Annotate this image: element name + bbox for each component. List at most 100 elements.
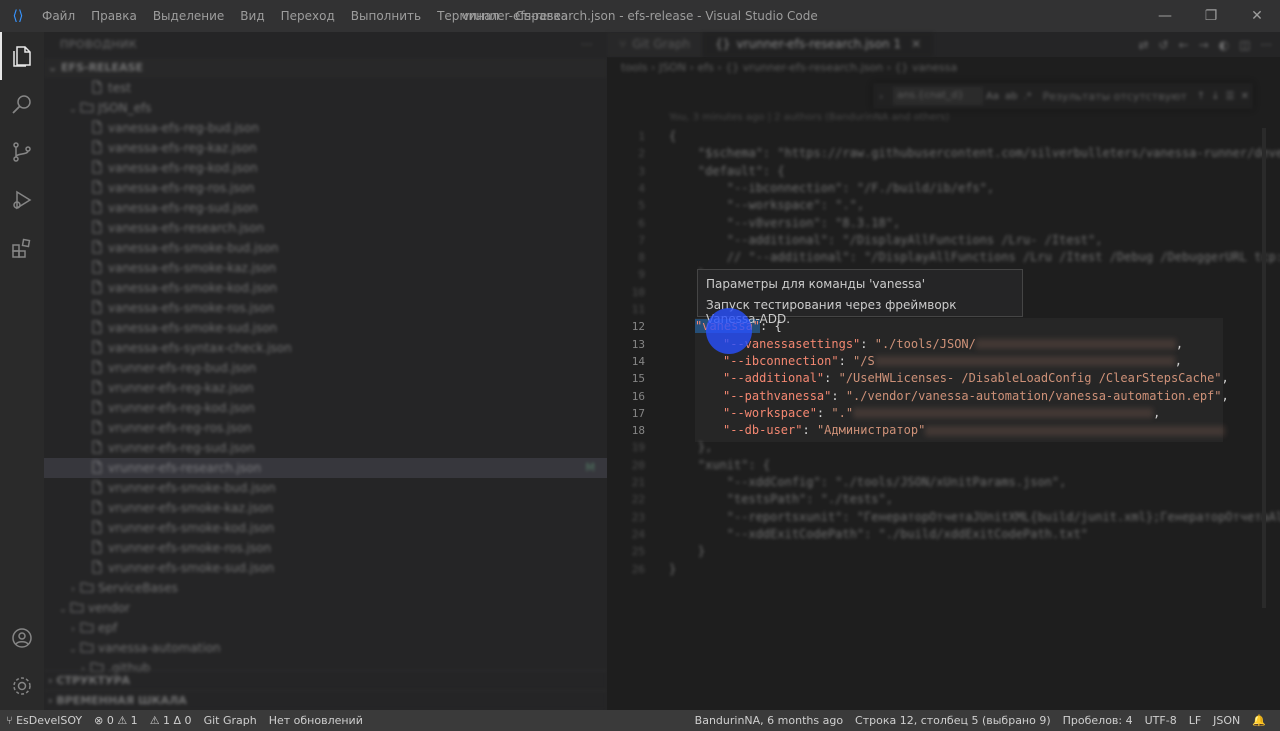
tree-folder[interactable]: ⌄ vendor (44, 598, 607, 618)
close-icon[interactable]: ✕ (1241, 91, 1249, 102)
previous-match-icon[interactable]: ↑ (1197, 91, 1205, 102)
updates-status[interactable]: Нет обновлений (263, 714, 369, 727)
find-input[interactable]: ans.{cnat_d} (893, 87, 983, 105)
next-match-icon[interactable]: ↓ (1211, 91, 1219, 102)
tree-folder[interactable]: ⌄ vanessa-automation (44, 638, 607, 658)
source-control-icon[interactable] (0, 128, 44, 176)
tree-file[interactable]: vanessa-efs-reg-bud.json (44, 118, 607, 138)
menu-help[interactable]: Справка (507, 0, 576, 32)
extensions-icon[interactable] (0, 224, 44, 272)
tree-file[interactable]: vanessa-efs-reg-kod.json (44, 158, 607, 178)
json-value: "/UseHWLicenses- /DisableLoadConfig /Cle… (838, 371, 1222, 386)
tree-file[interactable]: vrunner-efs-smoke-kaz.json (44, 498, 607, 518)
find-in-selection-icon[interactable]: ☰ (1226, 91, 1235, 102)
tab-vrunner-research[interactable]: {} vrunner-efs-research.json 1 ✕ (703, 32, 935, 57)
tree-file[interactable]: vrunner-efs-reg-kaz.json (44, 378, 607, 398)
tree-file[interactable]: vrunner-efs-smoke-sud.json (44, 558, 607, 578)
tree-row-content: vrunner-efs-smoke-kod.json (44, 518, 274, 538)
tree-file[interactable]: vanessa-efs-smoke-kaz.json (44, 258, 607, 278)
codelens-blame[interactable]: You, 3 minutes ago | 2 authors (Bandurin… (669, 112, 949, 123)
scrollbar[interactable] (1262, 128, 1266, 608)
menu-terminal[interactable]: Терминал (429, 0, 507, 32)
cursor-position[interactable]: Строка 12, столбец 5 (выбрано 9) (849, 714, 1057, 727)
more-actions-icon[interactable]: ··· (581, 32, 593, 58)
tree-file[interactable]: vanessa-efs-reg-ros.json (44, 178, 607, 198)
line-number: 1 (638, 130, 645, 143)
tree-file[interactable]: vrunner-efs-reg-kod.json (44, 398, 607, 418)
tree-file[interactable]: vanessa-efs-syntax-check.json (44, 338, 607, 358)
more-actions-icon[interactable]: ··· (1261, 38, 1272, 52)
tree-file[interactable]: vanessa-efs-research.json (44, 218, 607, 238)
tree-file[interactable]: vrunner-efs-smoke-kod.json (44, 518, 607, 538)
explorer-icon[interactable] (0, 32, 44, 80)
branch-status[interactable]: ⑂ EsDevelSOY (0, 714, 88, 727)
tree-file[interactable]: vanessa-efs-reg-kaz.json (44, 138, 607, 158)
menu-run[interactable]: Выполнить (343, 0, 429, 32)
split-editor-icon[interactable]: ◫ (1239, 38, 1250, 52)
tree-folder[interactable]: › epf (44, 618, 607, 638)
timeline-section[interactable]: › ВРЕМЕННАЯ ШКАЛА (44, 690, 607, 710)
tree-file[interactable]: vrunner-efs-smoke-ros.json (44, 538, 607, 558)
outline-section[interactable]: › СТРУКТУРА (44, 670, 607, 690)
line-number: 21 (631, 476, 645, 489)
line-content: "--db-user": "Администратор" (723, 422, 1226, 439)
tree-file[interactable]: vrunner-efs-reg-sud.json (44, 438, 607, 458)
json-value: "./tools/JSON/ (874, 336, 976, 351)
account-icon[interactable] (0, 614, 44, 662)
menu-file[interactable]: Файл (34, 0, 83, 32)
breadcrumb[interactable]: tools › JSON › efs › {} vrunner-efs-rese… (607, 57, 1280, 79)
tree-item-label: vrunner-efs-smoke-bud.json (108, 481, 276, 495)
language-mode[interactable]: JSON (1207, 714, 1246, 727)
file-icon (90, 380, 104, 394)
sync-status[interactable]: ⊗ 0 ⚠ 1 (88, 714, 144, 727)
regex-toggle[interactable]: .* (1023, 91, 1031, 102)
maximize-button[interactable]: ❐ (1188, 0, 1234, 32)
tree-row-content: vanessa-efs-smoke-kod.json (44, 278, 277, 298)
tree-row-content: › ServiceBases (44, 578, 178, 600)
tab-git-graph[interactable]: ⑂ Git Graph (607, 32, 704, 57)
tree-item-label: vendor (88, 601, 130, 615)
workspace-root[interactable]: ⌄ EFS-RELEASE (44, 58, 607, 78)
menu-view[interactable]: Вид (232, 0, 272, 32)
tree-file[interactable]: vanessa-efs-smoke-kod.json (44, 278, 607, 298)
close-window-button[interactable]: ✕ (1234, 0, 1280, 32)
tree-file[interactable]: vanessa-efs-smoke-sud.json (44, 318, 607, 338)
json-key: "--ibconnection" (723, 353, 839, 368)
history-icon[interactable]: ↺ (1159, 38, 1169, 52)
blame-status[interactable]: BandurinNA, 6 months ago (689, 714, 849, 727)
tree-file[interactable]: vrunner-efs-reg-bud.json (44, 358, 607, 378)
tree-folder[interactable]: › ServiceBases (44, 578, 607, 598)
tree-file[interactable]: vrunner-efs-research.json M (44, 458, 607, 478)
tree-item-label: vanessa-efs-reg-bud.json (108, 121, 260, 135)
toggle-preview-icon[interactable]: ◐ (1219, 38, 1229, 52)
line-ending[interactable]: LF (1183, 714, 1207, 727)
toggle-replace-icon[interactable]: › (879, 90, 883, 103)
code-punct: , (1221, 388, 1229, 403)
menu-go[interactable]: Переход (273, 0, 343, 32)
tree-folder[interactable]: ⌄ JSON_efs (44, 98, 607, 118)
menu-edit[interactable]: Правка (83, 0, 145, 32)
tree-file[interactable]: test (44, 78, 607, 98)
compare-icon[interactable]: ⇄ (1138, 38, 1148, 52)
encoding[interactable]: UTF-8 (1139, 714, 1183, 727)
git-graph-status[interactable]: Git Graph (198, 714, 263, 727)
run-debug-icon[interactable] (0, 176, 44, 224)
tree-file[interactable]: vrunner-efs-smoke-bud.json (44, 478, 607, 498)
explorer-header: ПРОВОДНИК ··· (44, 32, 607, 58)
tree-file[interactable]: vanessa-efs-smoke-bud.json (44, 238, 607, 258)
match-word-toggle[interactable]: ab (1005, 91, 1017, 102)
close-icon[interactable]: ✕ (911, 32, 921, 57)
tree-file[interactable]: vanessa-efs-reg-sud.json (44, 198, 607, 218)
settings-gear-icon[interactable] (0, 662, 44, 710)
search-icon[interactable] (0, 80, 44, 128)
problems-status[interactable]: ⚠ 1 Δ 0 (144, 714, 198, 727)
go-forward-icon[interactable]: → (1199, 38, 1209, 52)
notifications-bell-icon[interactable]: 🔔 (1246, 714, 1272, 727)
menu-selection[interactable]: Выделение (145, 0, 232, 32)
minimize-button[interactable]: — (1142, 0, 1188, 32)
indentation[interactable]: Пробелов: 4 (1057, 714, 1139, 727)
tree-file[interactable]: vanessa-efs-smoke-ros.json (44, 298, 607, 318)
tree-file[interactable]: vrunner-efs-reg-ros.json (44, 418, 607, 438)
match-case-toggle[interactable]: Aa (986, 91, 999, 102)
go-back-icon[interactable]: ← (1179, 38, 1189, 52)
